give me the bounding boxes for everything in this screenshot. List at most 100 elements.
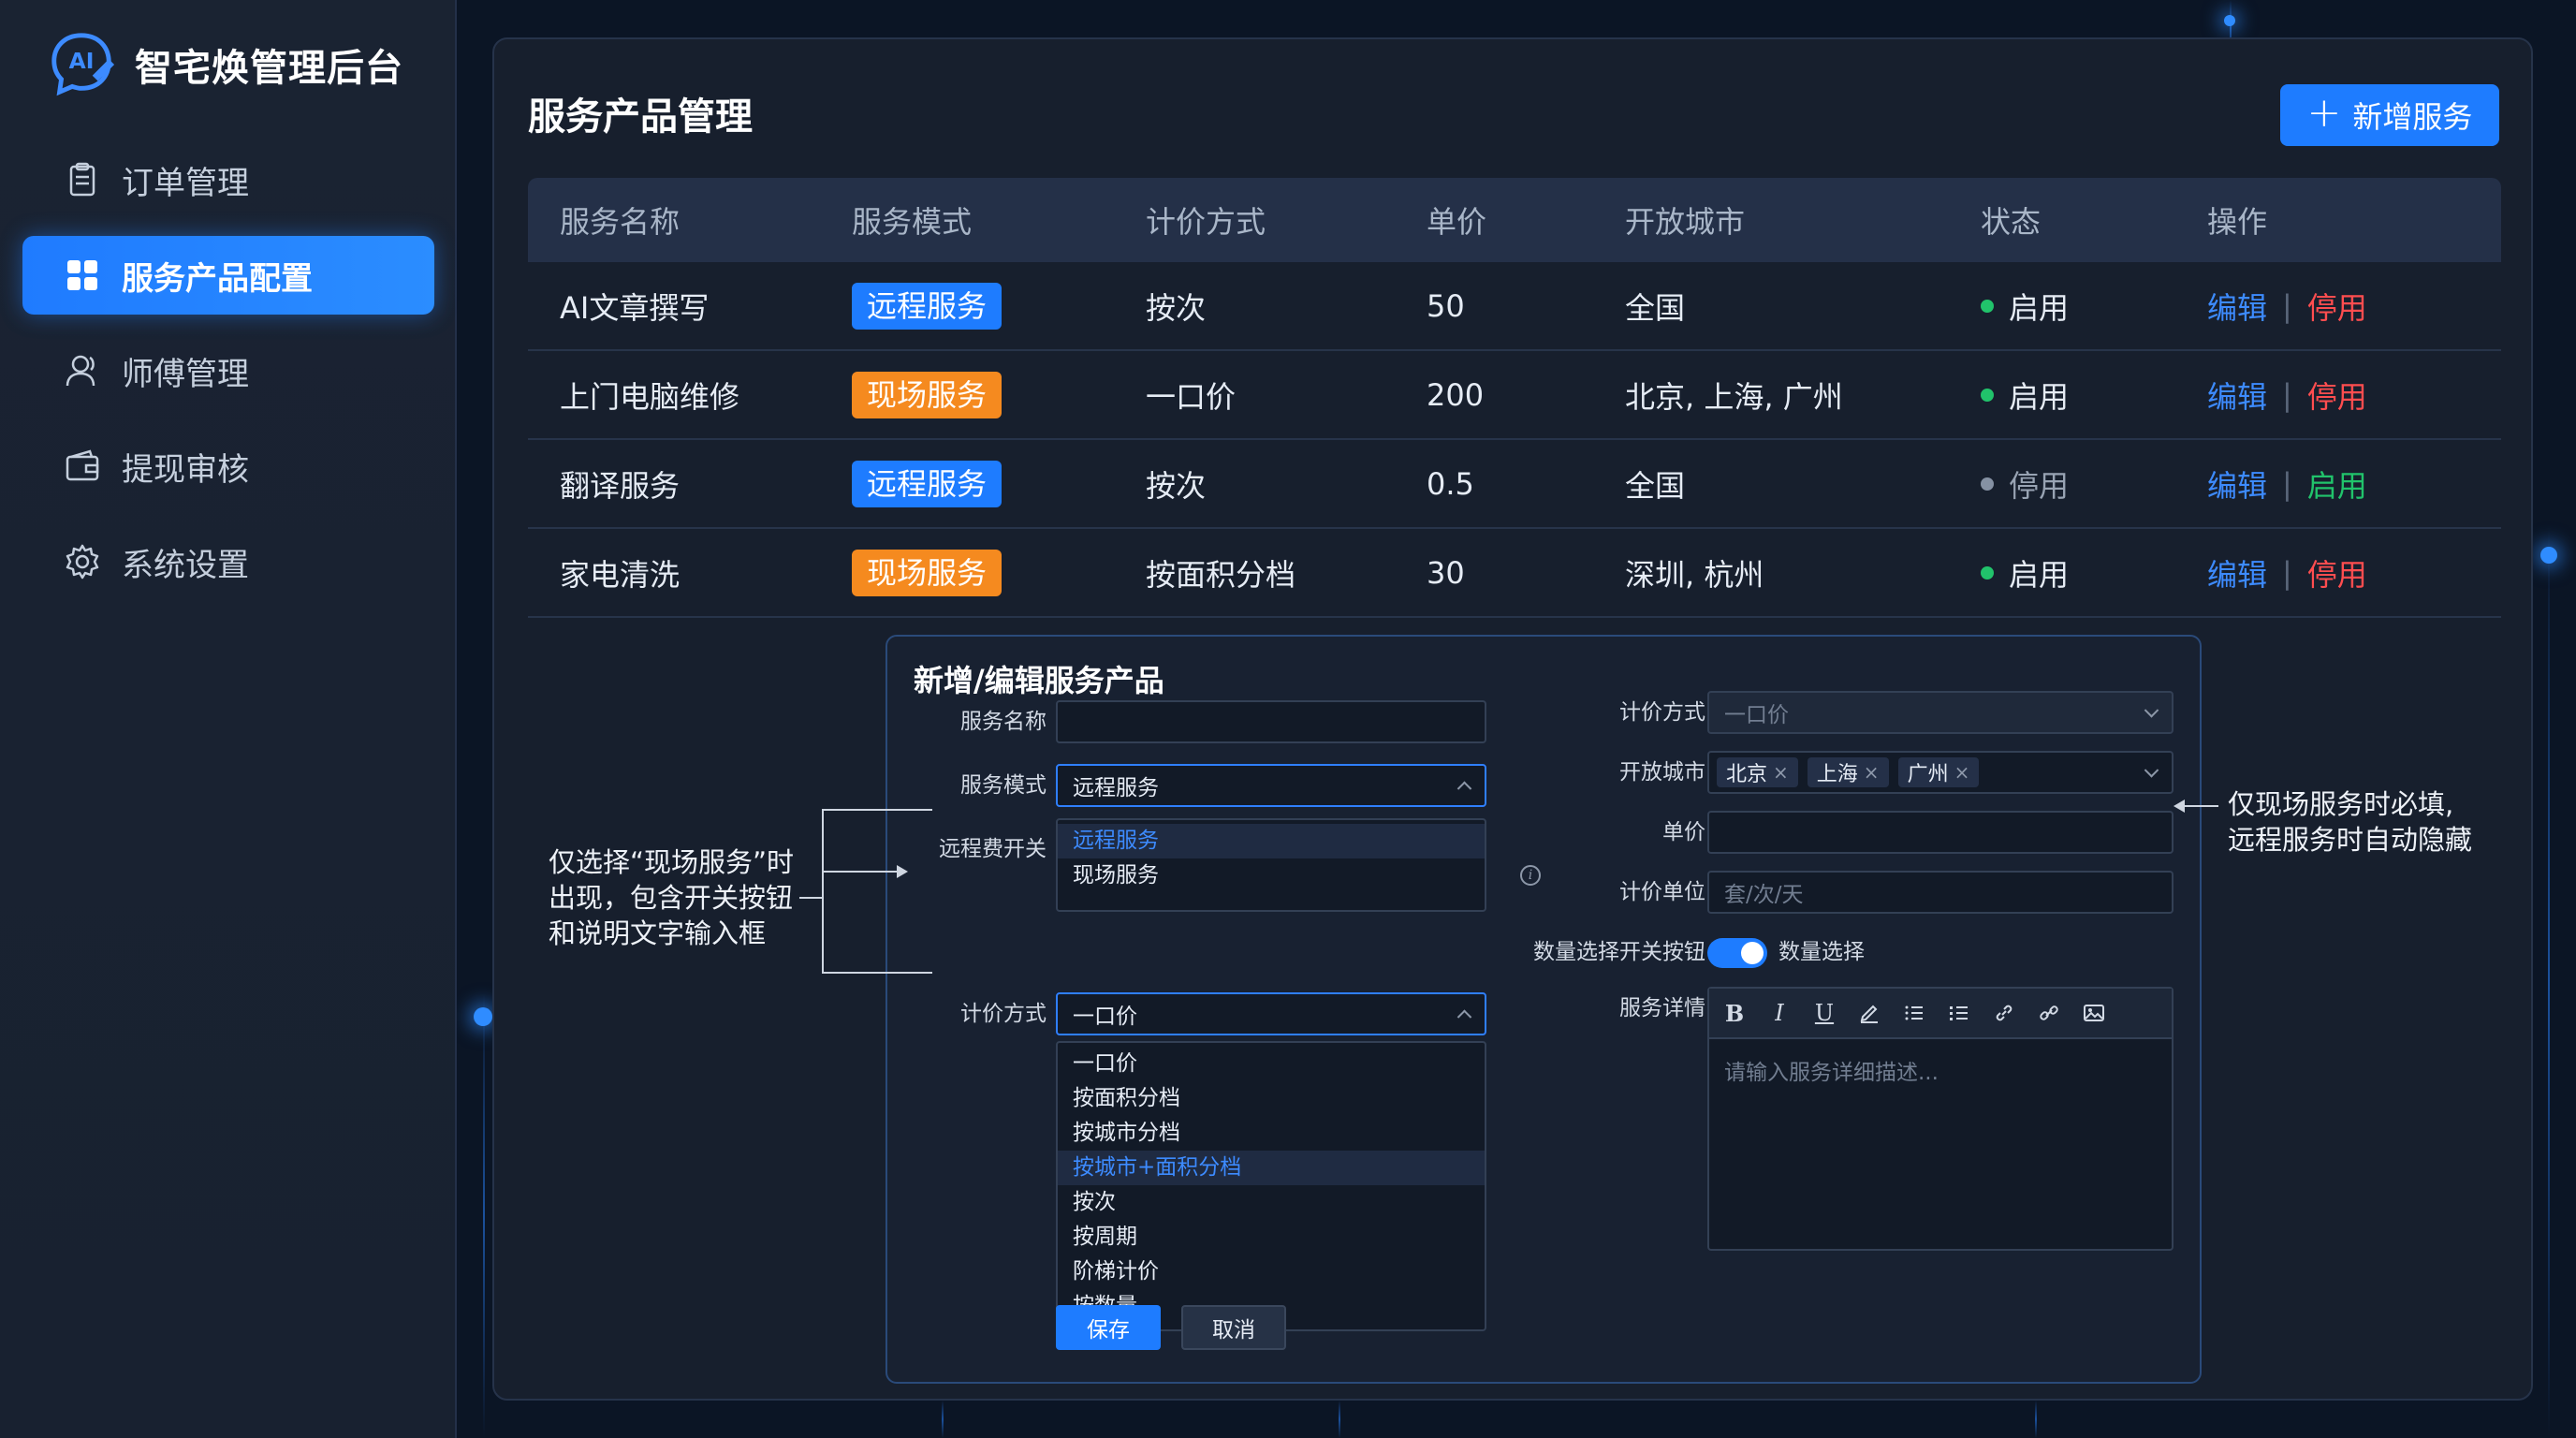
annotation-connector [799, 897, 822, 899]
status-dot-icon [1981, 388, 1994, 402]
add-service-button[interactable]: + 新增服务 [2280, 84, 2499, 146]
gear-icon [66, 544, 99, 580]
pricing-option[interactable]: 阶梯计价 [1058, 1255, 1485, 1289]
add-service-label: 新增服务 [2352, 99, 2473, 135]
pricing-label-left: 计价方式 [960, 1002, 1046, 1026]
pricing-select-right[interactable]: 一口价 [1707, 691, 2174, 734]
service-table: 服务名称 服务模式 计价方式 单价 开放城市 状态 操作 AI文章撰写 远程服务… [528, 178, 2501, 618]
save-button[interactable]: 保存 [1056, 1305, 1161, 1350]
logo-text: AI [69, 48, 95, 74]
underline-icon[interactable]: U [1812, 1000, 1837, 1026]
table-row: AI文章撰写 远程服务 按次 50 全国 启用 编辑 | 停用 [528, 262, 2501, 351]
status-dot-icon [1981, 565, 1994, 580]
bold-icon[interactable]: B [1722, 1000, 1747, 1027]
close-icon[interactable]: × [1773, 761, 1789, 784]
ordered-list-icon[interactable] [1902, 1001, 1926, 1025]
table-row: 家电清洗 现场服务 按面积分档 30 深圳, 杭州 启用 编辑 | 停用 [528, 529, 2501, 618]
ai-logo-icon: AI [45, 28, 118, 101]
sidebar-item-masters[interactable]: 师傅管理 [22, 331, 434, 410]
toggle-status-link[interactable]: 停用 [2307, 374, 2367, 417]
sidebar-item-settings[interactable]: 系统设置 [22, 522, 434, 601]
column-header: 单价 [1427, 204, 1487, 240]
pricing-option[interactable]: 按周期 [1058, 1220, 1485, 1255]
city-chip[interactable]: 北京 × [1717, 757, 1798, 787]
pricing-option[interactable]: 按城市+面积分档 [1058, 1151, 1485, 1185]
column-header: 计价方式 [1146, 204, 1266, 240]
mode-option[interactable]: 现场服务 [1058, 858, 1485, 893]
annotation-connector [822, 809, 932, 811]
close-icon[interactable]: × [1864, 761, 1880, 784]
clipboard-icon [69, 162, 95, 197]
toggle-status-link[interactable]: 停用 [2307, 285, 2367, 328]
edit-link[interactable]: 编辑 [2207, 462, 2267, 506]
edit-link[interactable]: 编辑 [2207, 374, 2267, 417]
price-input[interactable] [1707, 811, 2174, 854]
sidebar-item-withdraw[interactable]: 提现审核 [22, 427, 434, 506]
pricing-option[interactable]: 一口价 [1058, 1047, 1485, 1081]
highlight-icon[interactable] [1857, 1001, 1881, 1025]
main-panel: 服务产品管理 + 新增服务 服务名称 服务模式 计价方式 单价 开放城市 状态 … [492, 37, 2533, 1401]
italic-icon[interactable]: I [1767, 1000, 1792, 1026]
city-chip[interactable]: 广州 × [1897, 757, 1980, 787]
image-icon[interactable] [2082, 1001, 2106, 1025]
cell-price: 0.5 [1427, 465, 1474, 502]
divider: | [2282, 376, 2292, 413]
annotation-connector [822, 809, 824, 972]
cell-price: 30 [1427, 554, 1465, 591]
mode-dropdown: 远程服务 现场服务 [1056, 818, 1486, 912]
status-dot-icon [1981, 477, 1994, 491]
status-badge: 启用 [1981, 374, 2207, 417]
qty-toggle-label: 数量选择开关按钮 [1533, 940, 1705, 964]
sidebar-item-label: 系统设置 [122, 546, 249, 584]
name-label: 服务名称 [960, 710, 1046, 734]
chevron-up-icon [1456, 1009, 1472, 1025]
unlink-icon[interactable] [2037, 1001, 2061, 1025]
pricing-label-right: 计价方式 [1619, 700, 1705, 725]
annotation-connector [822, 871, 897, 873]
table-header: 服务名称 服务模式 计价方式 单价 开放城市 状态 操作 [528, 178, 2501, 262]
city-chip[interactable]: 上海 × [1807, 757, 1889, 787]
status-badge: 停用 [1981, 462, 2207, 506]
link-icon[interactable] [1992, 1001, 2016, 1025]
annotation-connector [2185, 805, 2218, 807]
sidebar-item-label: 服务产品配置 [122, 259, 313, 298]
qty-toggle-switch[interactable] [1707, 938, 1767, 968]
mode-tag: 现场服务 [852, 549, 1003, 596]
app-title: 智宅焕管理后台 [135, 47, 403, 90]
toggle-status-link[interactable]: 停用 [2307, 551, 2367, 594]
arrow-right-icon [897, 865, 908, 878]
column-header: 服务模式 [852, 204, 973, 240]
page-title: 服务产品管理 [528, 95, 753, 139]
sidebar-item-orders[interactable]: 订单管理 [22, 140, 434, 219]
pricing-option[interactable]: 按面积分档 [1058, 1081, 1485, 1116]
pricing-dropdown: 一口价 按面积分档 按城市分档 按城市+面积分档 按次 按周期 阶梯计价 按数量 [1056, 1041, 1486, 1331]
cell-pricing: 一口价 [1146, 378, 1237, 415]
status-badge: 启用 [1981, 551, 2207, 594]
mode-select[interactable]: 远程服务 [1056, 764, 1486, 807]
pricing-select[interactable]: 一口价 [1056, 992, 1486, 1035]
table-row: 翻译服务 远程服务 按次 0.5 全国 停用 编辑 | 启用 [528, 440, 2501, 529]
cell-name: 上门电脑维修 [560, 378, 740, 415]
mode-option[interactable]: 远程服务 [1058, 824, 1485, 858]
toggle-status-link[interactable]: 启用 [2307, 462, 2367, 506]
edit-link[interactable]: 编辑 [2207, 551, 2267, 594]
wallet-icon [66, 449, 99, 481]
service-form-card: 新增/编辑服务产品 服务名称 服务模式 远程服务 远程费开关 远程服务 现场服务… [886, 635, 2202, 1384]
edit-link[interactable]: 编辑 [2207, 285, 2267, 328]
arrow-left-icon [2174, 800, 2185, 813]
pricing-option[interactable]: 按次 [1058, 1185, 1485, 1220]
close-icon[interactable]: × [1954, 761, 1970, 784]
sidebar-item-service-config[interactable]: 服务产品配置 [22, 236, 434, 315]
pricing-option[interactable]: 按城市分档 [1058, 1116, 1485, 1151]
brand: AI 智宅焕管理后台 [45, 28, 403, 101]
name-input[interactable] [1056, 700, 1486, 743]
detail-editor[interactable]: B I U 请输入服务详细描述... [1707, 987, 2174, 1251]
cities-multiselect[interactable]: 北京 × 上海 × 广州 × [1707, 751, 2174, 794]
column-header: 服务名称 [560, 204, 681, 240]
cancel-button[interactable]: 取消 [1181, 1305, 1286, 1350]
qty-toggle-text: 数量选择 [1778, 940, 1865, 964]
unit-input[interactable]: 套/次/天 [1707, 871, 2174, 914]
sidebar-item-label: 提现审核 [122, 450, 249, 489]
cell-name: 翻译服务 [560, 467, 681, 504]
bullet-list-icon[interactable] [1947, 1001, 1971, 1025]
